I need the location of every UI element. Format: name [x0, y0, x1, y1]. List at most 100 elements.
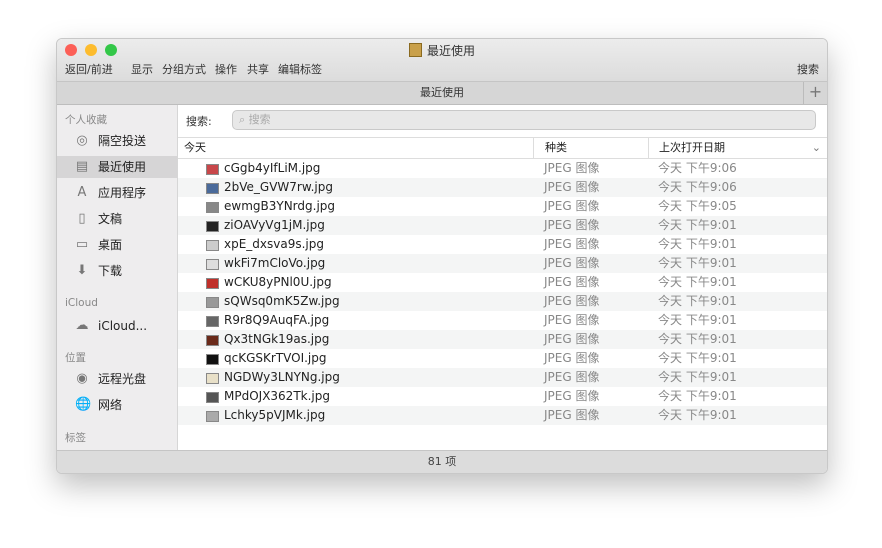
sidebar-item-label: 应用程序 [98, 186, 147, 200]
file-row[interactable]: R9r8Q9AuqFA.jpg JPEG 图像 今天 下午9:01 [178, 311, 827, 330]
file-date: 今天 下午9:01 [658, 389, 737, 403]
sidebar-item-label: 远程光盘 [98, 372, 147, 386]
file-row[interactable]: ziOAVyVg1jM.jpg JPEG 图像 今天 下午9:01 [178, 216, 827, 235]
search-placeholder: 搜索 [248, 113, 271, 126]
share-button[interactable]: 共享 [247, 61, 269, 77]
sidebar-item-desktop[interactable]: ▭ 桌面 [57, 234, 177, 256]
search-button[interactable]: 搜索 [797, 61, 819, 77]
image-file-icon [206, 411, 219, 422]
file-kind: JPEG 图像 [544, 408, 600, 422]
search-icon: ⌕ [239, 113, 246, 126]
sidebar-item-documents[interactable]: ▯ 文稿 [57, 208, 177, 230]
tab-bar: 最近使用 + [57, 82, 827, 105]
sidebar-item-applications[interactable]: A 应用程序 [57, 182, 177, 204]
recents-folder-icon [408, 43, 422, 57]
column-name[interactable]: 今天 [184, 138, 206, 158]
back-forward-button[interactable]: 返回/前进 [65, 61, 113, 77]
file-date: 今天 下午9:01 [658, 294, 737, 308]
file-row[interactable]: Qx3tNGk19as.jpg JPEG 图像 今天 下午9:01 [178, 330, 827, 349]
image-file-icon [206, 316, 219, 327]
file-row[interactable]: cGgb4yIfLiM.jpg JPEG 图像 今天 下午9:06 [178, 159, 827, 178]
file-row[interactable]: xpE_dxsva9s.jpg JPEG 图像 今天 下午9:01 [178, 235, 827, 254]
tab-recents[interactable]: 最近使用 [420, 86, 464, 99]
sidebar-item-remote-disc[interactable]: ◉ 远程光盘 [57, 368, 177, 390]
file-kind: JPEG 图像 [544, 199, 600, 213]
file-row[interactable]: ewmgB3YNrdg.jpg JPEG 图像 今天 下午9:05 [178, 197, 827, 216]
file-kind: JPEG 图像 [544, 218, 600, 232]
sidebar: 个人收藏 ◎ 隔空投送 ▤ 最近使用 A 应用程序 ▯ 文稿 ▭ 桌面 ⬇ 下载 iClou… [57, 105, 178, 451]
file-name: ewmgB3YNrdg.jpg [224, 199, 336, 213]
sidebar-item-label: 网络 [98, 398, 123, 412]
file-row[interactable]: sQWsq0mK5Zw.jpg JPEG 图像 今天 下午9:01 [178, 292, 827, 311]
sidebar-item-network[interactable]: 🌐 网络 [57, 394, 177, 416]
search-input[interactable]: ⌕ 搜索 [232, 110, 816, 130]
disc-icon: ◉ [76, 371, 88, 386]
sidebar-item-label: 文稿 [98, 212, 123, 226]
file-browser: 搜索: ⌕ 搜索 今天 种类 上次打开日期 ⌄ cGgb4yIfLiM.jpg JP… [178, 105, 827, 451]
file-name: wCKU8yPNl0U.jpg [224, 275, 332, 289]
image-file-icon [206, 278, 219, 289]
file-row[interactable]: NGDWy3LNYNg.jpg JPEG 图像 今天 下午9:01 [178, 368, 827, 387]
finder-window: 最近使用 返回/前进 显示 分组方式 操作 共享 编辑标签 搜索 最近使用 + … [56, 38, 828, 474]
file-date: 今天 下午9:01 [658, 351, 737, 365]
file-row[interactable]: Lchky5pVJMk.jpg JPEG 图像 今天 下午9:01 [178, 406, 827, 425]
file-date: 今天 下午9:01 [658, 237, 737, 251]
file-kind: JPEG 图像 [544, 237, 600, 251]
file-kind: JPEG 图像 [544, 370, 600, 384]
file-name: sQWsq0mK5Zw.jpg [224, 294, 340, 308]
file-row[interactable]: 2bVe_GVW7rw.jpg JPEG 图像 今天 下午9:06 [178, 178, 827, 197]
icloud-header: iCloud [65, 297, 98, 309]
sidebar-item-icloud[interactable]: ☁ iCloud... [57, 315, 177, 337]
image-file-icon [206, 240, 219, 251]
downloads-icon: ⬇ [76, 263, 88, 278]
image-file-icon [206, 354, 219, 365]
file-kind: JPEG 图像 [544, 275, 600, 289]
file-date: 今天 下午9:01 [658, 408, 737, 422]
group-button[interactable]: 分组方式 [162, 61, 206, 77]
file-date: 今天 下午9:06 [658, 180, 737, 194]
file-row[interactable]: qcKGSKrTVOI.jpg JPEG 图像 今天 下午9:01 [178, 349, 827, 368]
file-date: 今天 下午9:01 [658, 313, 737, 327]
file-kind: JPEG 图像 [544, 332, 600, 346]
sidebar-item-label: 隔空投送 [98, 134, 147, 148]
view-button[interactable]: 显示 [131, 61, 153, 77]
action-button[interactable]: 操作 [215, 61, 237, 77]
file-row[interactable]: MPdOJX362Tk.jpg JPEG 图像 今天 下午9:01 [178, 387, 827, 406]
sidebar-item-airdrop[interactable]: ◎ 隔空投送 [57, 130, 177, 152]
image-file-icon [206, 373, 219, 384]
file-row[interactable]: wkFi7mCloVo.jpg JPEG 图像 今天 下午9:01 [178, 254, 827, 273]
file-kind: JPEG 图像 [544, 351, 600, 365]
chevron-down-icon: ⌄ [811, 141, 821, 154]
new-tab-button[interactable]: + [803, 82, 827, 104]
file-date: 今天 下午9:06 [658, 161, 737, 175]
column-kind[interactable]: 种类 [533, 138, 567, 158]
file-name: ziOAVyVg1jM.jpg [224, 218, 325, 232]
title-bar: 最近使用 返回/前进 显示 分组方式 操作 共享 编辑标签 搜索 [57, 39, 827, 82]
sidebar-item-label: 桌面 [98, 238, 123, 252]
file-date: 今天 下午9:01 [658, 370, 737, 384]
column-date[interactable]: 上次打开日期 ⌄ [648, 138, 827, 158]
tags-header: 标签 [65, 432, 86, 444]
file-kind: JPEG 图像 [544, 180, 600, 194]
applications-icon: A [77, 185, 87, 200]
file-kind: JPEG 图像 [544, 389, 600, 403]
file-kind: JPEG 图像 [544, 161, 600, 175]
sidebar-item-downloads[interactable]: ⬇ 下载 [57, 260, 177, 282]
edit-tags-button[interactable]: 编辑标签 [278, 61, 322, 77]
documents-icon: ▯ [78, 211, 86, 226]
file-kind: JPEG 图像 [544, 313, 600, 327]
sidebar-item-recents[interactable]: ▤ 最近使用 [57, 156, 177, 178]
network-icon: 🌐 [75, 397, 92, 412]
favorites-header: 个人收藏 [65, 114, 107, 126]
file-kind: JPEG 图像 [544, 256, 600, 270]
image-file-icon [206, 297, 219, 308]
file-name: Qx3tNGk19as.jpg [224, 332, 330, 346]
file-row[interactable]: wCKU8yPNl0U.jpg JPEG 图像 今天 下午9:01 [178, 273, 827, 292]
file-name: qcKGSKrTVOI.jpg [224, 351, 327, 365]
image-file-icon [206, 392, 219, 403]
locations-header: 位置 [65, 352, 86, 364]
image-file-icon [206, 183, 219, 194]
file-name: R9r8Q9AuqFA.jpg [224, 313, 330, 327]
recents-icon: ▤ [75, 159, 89, 174]
file-name: NGDWy3LNYNg.jpg [224, 370, 340, 384]
